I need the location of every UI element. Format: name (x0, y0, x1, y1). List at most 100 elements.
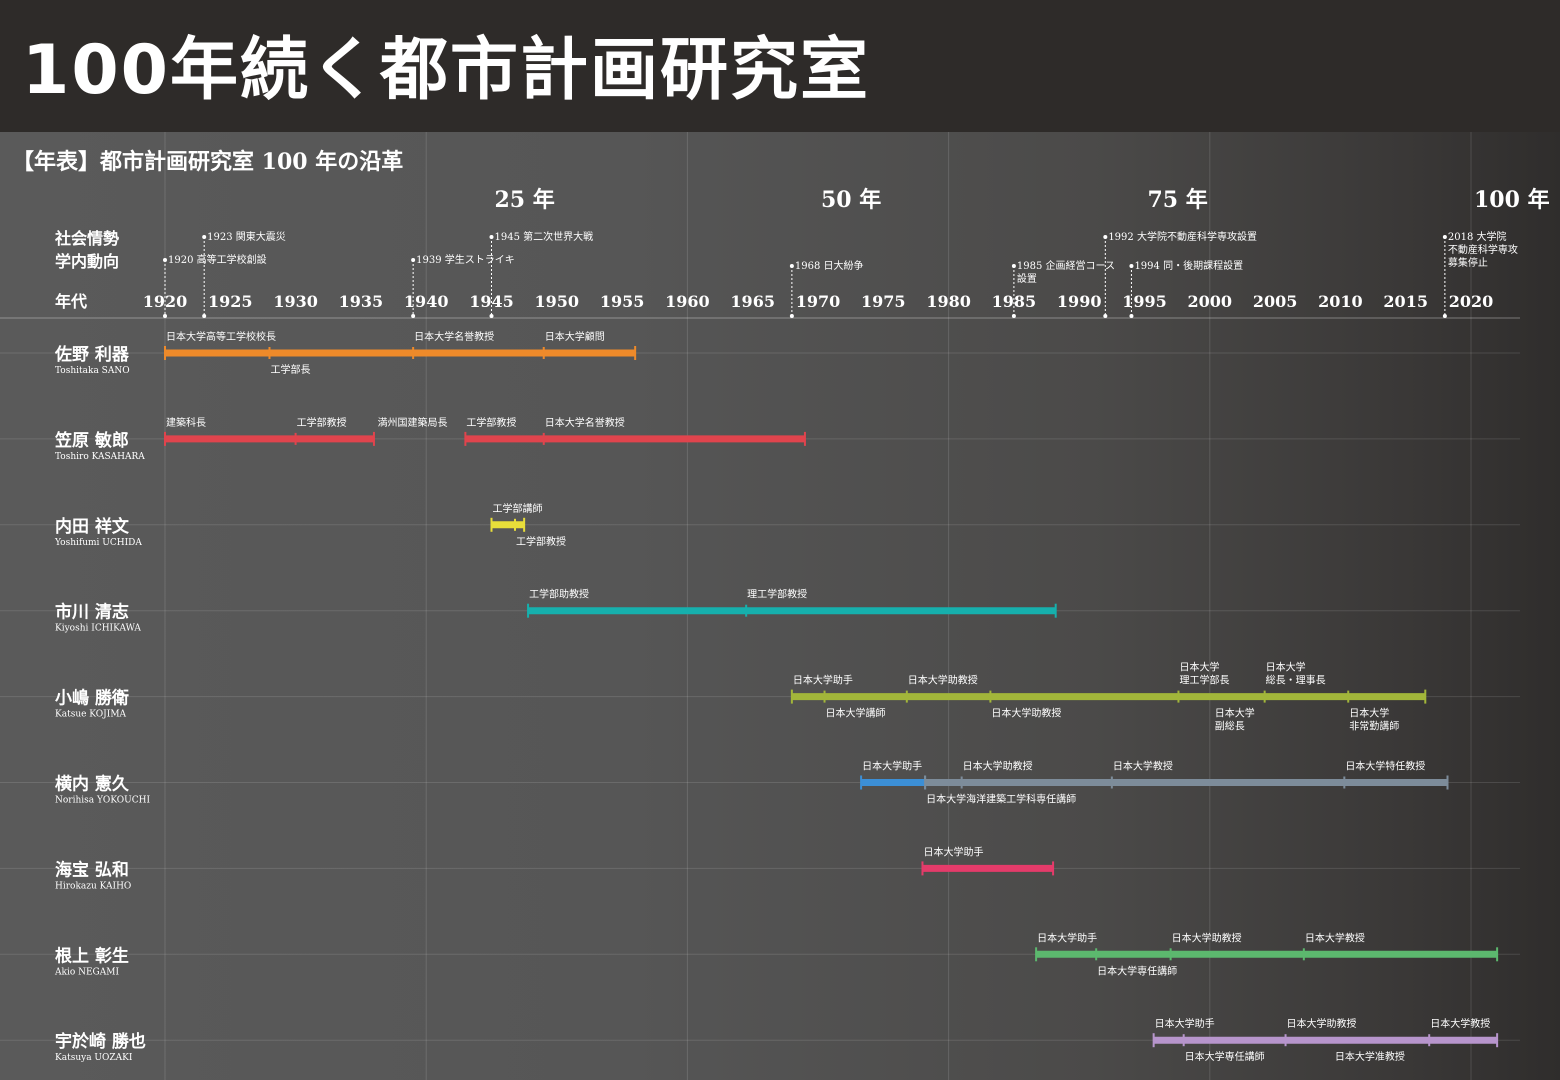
tick-label: 1955 (600, 292, 645, 311)
tick-label: 1990 (1057, 292, 1102, 311)
person-name: 根上 彰生 (55, 945, 129, 966)
role-label: 工学部教授 (297, 416, 347, 429)
role-label: 日本大学教授 (1430, 1017, 1490, 1030)
person-name: 海宝 弘和 (55, 859, 129, 880)
tick-label: 1960 (665, 292, 710, 311)
event-dot (489, 235, 494, 239)
role-label: 日本大学名誉教授 (545, 416, 625, 429)
event-label: 設置 (1017, 272, 1037, 285)
event-label: 募集停止 (1448, 256, 1488, 269)
event-dot (411, 314, 416, 318)
event-dot (202, 235, 207, 239)
tick-label: 2015 (1383, 292, 1428, 311)
tick-label: 1965 (730, 292, 775, 311)
role-label: 日本大学助手 (793, 674, 853, 687)
event-label: 1939 学生ストライキ (416, 253, 515, 266)
role-label: 日本大学助教授 (908, 674, 978, 687)
event-label: 1968 日大紛争 (795, 259, 864, 272)
event-dot (1442, 314, 1447, 318)
role-label: 日本大学特任教授 (1345, 760, 1425, 773)
event-dot (1103, 235, 1108, 239)
role-label: 日本大学高等工学校校長 (166, 330, 276, 343)
role-label: 日本大学 (1215, 707, 1255, 720)
event-dot (163, 314, 167, 318)
role-label: 日本大学助手 (923, 845, 983, 858)
person-name: 笠原 敏郎 (55, 430, 129, 451)
anniversary-label: 75 年 (1148, 187, 1208, 213)
anniversary-label: 100 年 (1474, 187, 1550, 213)
role-label: 日本大学名誉教授 (414, 330, 494, 343)
event-label: 2018 大学院 (1448, 230, 1507, 243)
role-label: 日本大学教授 (1305, 931, 1365, 944)
tick-label: 1970 (796, 292, 841, 311)
person-name: 小嶋 勝衛 (55, 688, 129, 709)
role-label: 日本大学准教授 (1335, 1050, 1405, 1063)
role-label: 日本大学助教授 (1172, 931, 1242, 944)
role-label: 日本大学 (1349, 707, 1389, 720)
person-name: 内田 祥文 (55, 516, 130, 537)
campus-label: 学内動向 (55, 252, 119, 271)
event-dot (489, 314, 494, 318)
tick-label: 2005 (1253, 292, 1298, 311)
role-label: 日本大学助教授 (991, 707, 1061, 720)
tick-label: 1930 (273, 292, 318, 311)
role-label: 副総長 (1215, 720, 1245, 733)
role-label: 日本大学専任講師 (1185, 1050, 1265, 1063)
event-dot (1011, 314, 1016, 318)
role-label: 日本大学助教授 (963, 760, 1033, 773)
role-label: 日本大学 (1179, 661, 1219, 674)
tick-label: 1980 (926, 292, 971, 311)
tick-label: 2010 (1318, 292, 1363, 311)
tick-label: 2020 (1449, 292, 1494, 311)
role-label: 総長・理事長 (1266, 674, 1326, 687)
timeline-chart: 【年表】都市計画研究室 100 年の沿革 25 年 50 年 75 年 100 年 社… (0, 132, 1550, 1080)
person-roman: Yoshifumi UCHIDA (54, 538, 142, 548)
role-label: 日本大学 (1266, 661, 1306, 674)
event-dot (1011, 264, 1016, 268)
event-label: 1992 大学院不動産科学専攻設置 (1108, 230, 1257, 243)
person-roman: Kiyoshi ICHIKAWA (55, 624, 141, 634)
timeline-panel: 【年表】都市計画研究室 100 年の沿革 25 年 50 年 75 年 100 年 社… (0, 132, 1560, 1080)
page-title: 100年続く都市計画研究室 (22, 31, 870, 110)
person-name: 宇於崎 勝也 (55, 1031, 146, 1052)
role-label: 工学部教授 (466, 416, 516, 429)
person-roman: Akio NEGAMI (54, 967, 119, 977)
event-label: 1923 関東大震災 (207, 230, 286, 243)
role-label: 非常勤講師 (1349, 720, 1399, 733)
x-axis-label: 年代 (55, 292, 87, 311)
person-roman: Hirokazu KAIHO (55, 881, 131, 891)
tick-label: 1925 (208, 292, 253, 311)
role-label: 日本大学助手 (1037, 931, 1097, 944)
anniversary-label: 25 年 (495, 187, 555, 213)
person-roman: Toshiro KASAHARA (55, 452, 145, 462)
tick-label: 1935 (339, 292, 384, 311)
role-label: 工学部長 (270, 363, 310, 376)
event-dot (1129, 264, 1134, 268)
person-roman: Norihisa YOKOUCHI (55, 796, 150, 806)
event-label: 不動産科学専攻 (1448, 243, 1518, 256)
event-dot (789, 264, 794, 268)
role-label: 日本大学教授 (1113, 760, 1173, 773)
role-label: 日本大学海洋建築工学科専任講師 (926, 793, 1076, 806)
event-dot (789, 314, 794, 318)
anniversary-label: 50 年 (821, 187, 881, 213)
person-roman: Toshitaka SANO (55, 366, 130, 376)
role-label: 日本大学講師 (826, 707, 886, 720)
person-name: 佐野 利器 (54, 344, 130, 365)
event-label: 1994 同・後期課程設置 (1134, 259, 1243, 272)
person-name: 横内 憲久 (55, 774, 129, 795)
event-dot (411, 258, 416, 262)
role-label: 建築科長 (166, 416, 206, 429)
role-label: 工学部教授 (516, 535, 566, 548)
tick-label: 1995 (1122, 292, 1167, 311)
tick-label: 1950 (535, 292, 580, 311)
social-label: 社会情勢 (54, 229, 119, 248)
role-label: 日本大学助手 (1155, 1017, 1215, 1030)
tick-label: 1975 (861, 292, 906, 311)
role-label: 満州国建築局長 (378, 416, 448, 429)
tick-label: 2000 (1188, 292, 1233, 311)
role-label: 日本大学専任講師 (1097, 964, 1177, 977)
event-dot (163, 258, 167, 262)
event-dot (1129, 314, 1134, 318)
role-label: 理工学部教授 (747, 588, 807, 601)
